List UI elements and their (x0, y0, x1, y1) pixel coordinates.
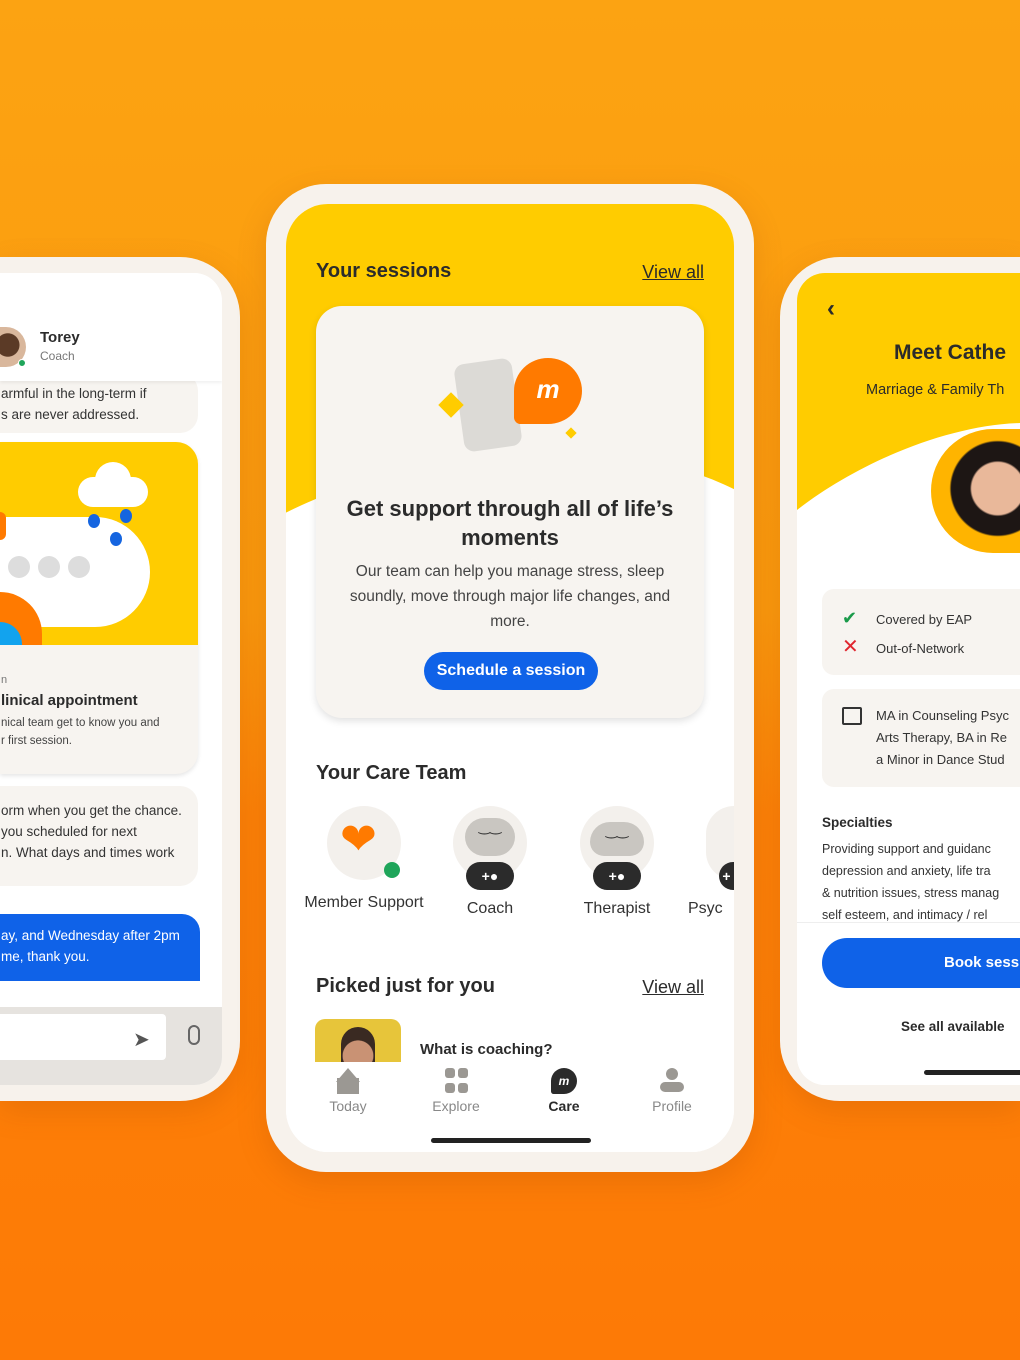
education-line: MA in Counseling Psyc (876, 708, 1009, 723)
home-icon (335, 1068, 361, 1094)
card-eyebrow: n (1, 674, 8, 686)
coach-avatar: ‿‿ +● (453, 806, 527, 890)
specialties-text: Providing support and guidanc depression… (822, 838, 999, 926)
home-screen: Your sessions View all m Get support thr… (286, 204, 734, 1152)
picked-item-thumbnail[interactable] (315, 1019, 401, 1063)
reply-line: me, thank you. (1, 949, 90, 964)
book-icon (842, 707, 862, 725)
nav-profile[interactable]: Profile (627, 1068, 717, 1114)
message-line: you scheduled for next (1, 824, 137, 839)
nav-label: Today (329, 1098, 367, 1114)
online-indicator (18, 359, 26, 367)
sessions-title: Your sessions (316, 260, 452, 282)
chat-screen: Torey Coach armful in the long-term if s… (0, 273, 222, 1085)
picked-view-all-link[interactable]: View all (642, 977, 704, 998)
coverage-eap: Covered by EAP (876, 612, 973, 627)
home-indicator (431, 1138, 591, 1143)
message-line: armful in the long-term if (1, 386, 147, 401)
card-description: Our team can help you manage stress, sle… (349, 563, 671, 630)
nav-label: Explore (432, 1098, 480, 1114)
heart-icon: ❤ (340, 815, 377, 864)
nav-today[interactable]: Today (303, 1068, 393, 1114)
grid-icon (444, 1068, 468, 1094)
care-team-coach[interactable]: ‿‿ +● Coach (430, 806, 550, 918)
nav-label: Profile (652, 1098, 692, 1114)
chat-header: Torey Coach (0, 273, 222, 381)
add-person-icon[interactable]: +● (593, 862, 641, 890)
add-person-icon[interactable]: +● (466, 862, 514, 890)
appointment-illustration (0, 442, 198, 645)
therapist-avatar: ‿‿ +● (580, 806, 654, 890)
card-desc-line: nical team get to know you and (1, 717, 160, 729)
provider-name: Meet Cathe (894, 341, 1007, 364)
member-support-avatar: ❤ (327, 806, 401, 880)
team-label: Member Support (304, 894, 424, 911)
picked-item-title[interactable]: What is coaching? (420, 1041, 553, 1058)
coverage-network: Out-of-Network (876, 641, 965, 656)
provider-screen: ‹ Meet Cathe Marriage & Family Th ✔ ✕ Co… (797, 273, 1020, 1085)
specialties-title: Specialties (822, 815, 893, 830)
care-team-psychiatrist[interactable]: + Psyc (684, 806, 734, 918)
chat-bubble-icon: m (514, 358, 582, 424)
contact-role: Coach (40, 349, 75, 363)
coach-icon: ‿‿ (465, 818, 515, 856)
chat-icon: m (551, 1068, 577, 1094)
nav-care[interactable]: m Care (519, 1068, 609, 1114)
online-indicator (384, 862, 400, 878)
left-phone: Torey Coach armful in the long-term if s… (0, 257, 240, 1101)
reply-bubble: ay, and Wednesday after 2pm me, thank yo… (0, 914, 200, 981)
message-line: orm when you get the chance. (1, 803, 182, 818)
care-team-member-support[interactable]: ❤ Member Support (304, 806, 424, 912)
care-team-therapist[interactable]: ‿‿ +● Therapist (557, 806, 677, 918)
specialties-line: depression and anxiety, life tra (822, 864, 991, 878)
person-icon (659, 1068, 685, 1094)
card-title: linical appointment (1, 692, 138, 709)
card-desc: nical team get to know you and r first s… (1, 714, 160, 750)
right-phone: ‹ Meet Cathe Marriage & Family Th ✔ ✕ Co… (780, 257, 1020, 1101)
picked-title: Picked just for you (316, 975, 495, 997)
nav-label: Care (548, 1098, 580, 1114)
specialties-line: Providing support and guidanc (822, 842, 991, 856)
book-session-button[interactable]: Book sessi (822, 938, 1020, 988)
microphone-icon[interactable] (188, 1025, 200, 1045)
card-desc-line: r first session. (1, 735, 72, 747)
message-line: s are never addressed. (1, 407, 140, 422)
check-icon: ✔ (842, 608, 858, 628)
psychiatrist-avatar: + (706, 806, 734, 890)
schedule-session-button[interactable]: Schedule a session (424, 652, 598, 690)
message-line: n. What days and times work (1, 845, 175, 860)
x-icon: ✕ (842, 636, 859, 658)
therapist-icon: ‿‿ (590, 822, 644, 856)
education-line: Arts Therapy, BA in Re (876, 730, 1008, 745)
back-icon[interactable]: ‹ (827, 295, 835, 323)
education-box: MA in Counseling Psyc Arts Therapy, BA i… (822, 689, 1020, 787)
see-all-available-link[interactable]: See all available (901, 1019, 1005, 1034)
card-title: Get support through all of life’s moment… (346, 496, 674, 550)
support-card: m Get support through all of life’s mome… (316, 306, 704, 718)
send-icon[interactable]: ➤ (133, 1027, 150, 1052)
reply-line: ay, and Wednesday after 2pm (1, 928, 180, 943)
appointment-card[interactable]: n linical appointment nical team get to … (0, 442, 198, 774)
specialties-line: & nutrition issues, stress manag (822, 886, 1000, 900)
team-label: Therapist (583, 900, 651, 917)
nav-explore[interactable]: Explore (411, 1068, 501, 1114)
provider-title: Marriage & Family Th (866, 382, 1005, 398)
team-label: Coach (466, 900, 514, 917)
team-label: Psyc (688, 900, 723, 917)
sessions-view-all-link[interactable]: View all (642, 262, 704, 283)
composer-bar: ➤ (0, 1007, 222, 1085)
coverage-box: ✔ ✕ Covered by EAP Out-of-Network (822, 589, 1020, 675)
center-phone: Your sessions View all m Get support thr… (266, 184, 754, 1172)
sparkle-icon (565, 427, 577, 439)
add-person-icon[interactable]: + (719, 862, 734, 890)
home-indicator (924, 1070, 1020, 1075)
care-team-title: Your Care Team (316, 762, 467, 784)
education-line: a Minor in Dance Stud (876, 752, 1005, 767)
message-bubble: armful in the long-term if s are never a… (0, 373, 198, 433)
contact-name: Torey (40, 329, 80, 346)
message-bubble: orm when you get the chance. you schedul… (0, 786, 198, 886)
